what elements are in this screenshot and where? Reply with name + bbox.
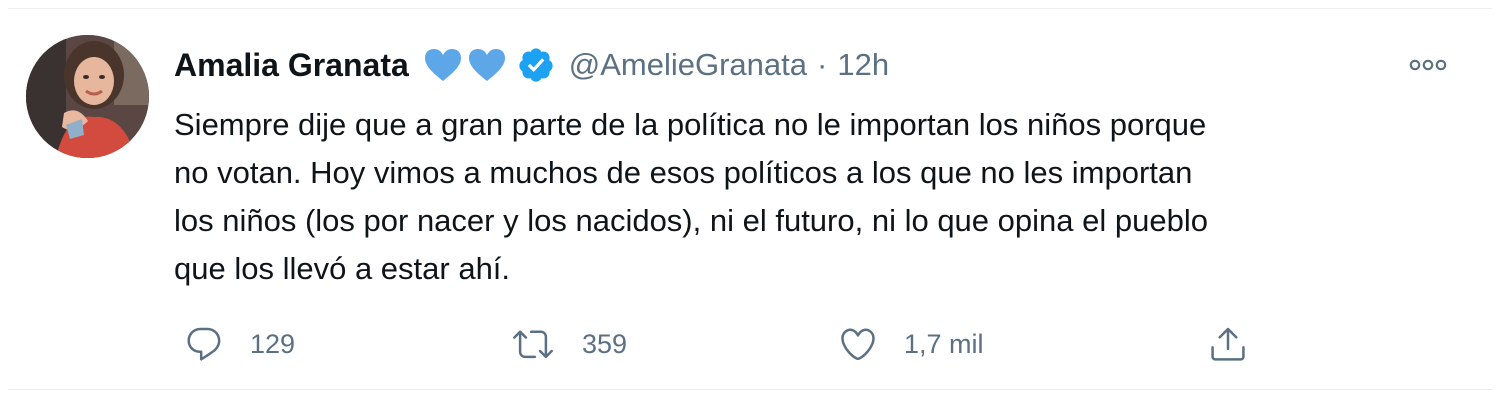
author-handle[interactable]: @AmelieGranata xyxy=(569,47,807,83)
tweet-timestamp[interactable]: 12h xyxy=(837,47,889,83)
avatar-image xyxy=(26,35,149,158)
retweet-icon xyxy=(513,330,553,359)
reply-count: 129 xyxy=(250,328,296,359)
heart-icon xyxy=(841,328,875,361)
reply-button[interactable]: 129 xyxy=(184,321,295,367)
like-button[interactable]: 1,7 mil xyxy=(838,321,984,367)
share-button[interactable] xyxy=(1208,321,1248,367)
name-emoji-badges xyxy=(423,47,507,83)
share-icon xyxy=(1211,327,1245,361)
more-options-button[interactable] xyxy=(1406,51,1450,79)
like-count: 1,7 mil xyxy=(904,328,984,359)
tweet-card[interactable]: Amalia Granata @AmelieGranata · 12h Siem… xyxy=(8,8,1492,390)
blue-heart-icon xyxy=(468,49,505,81)
retweet-count: 359 xyxy=(582,328,628,359)
tweet-header: Amalia Granata @AmelieGranata · 12h xyxy=(174,43,889,87)
tweet-text: Siempre dije que a gran parte de la polí… xyxy=(174,107,1208,286)
avatar[interactable] xyxy=(26,35,149,158)
author-name[interactable]: Amalia Granata xyxy=(174,47,409,84)
header-separator: · xyxy=(817,47,828,82)
blue-heart-icon xyxy=(424,49,461,81)
tweet-actions: 129 359 1,7 mil xyxy=(174,321,1274,367)
reply-icon xyxy=(187,327,221,361)
verified-badge-icon xyxy=(519,48,553,82)
more-options-icon xyxy=(1409,59,1447,71)
retweet-button[interactable]: 359 xyxy=(510,321,627,367)
